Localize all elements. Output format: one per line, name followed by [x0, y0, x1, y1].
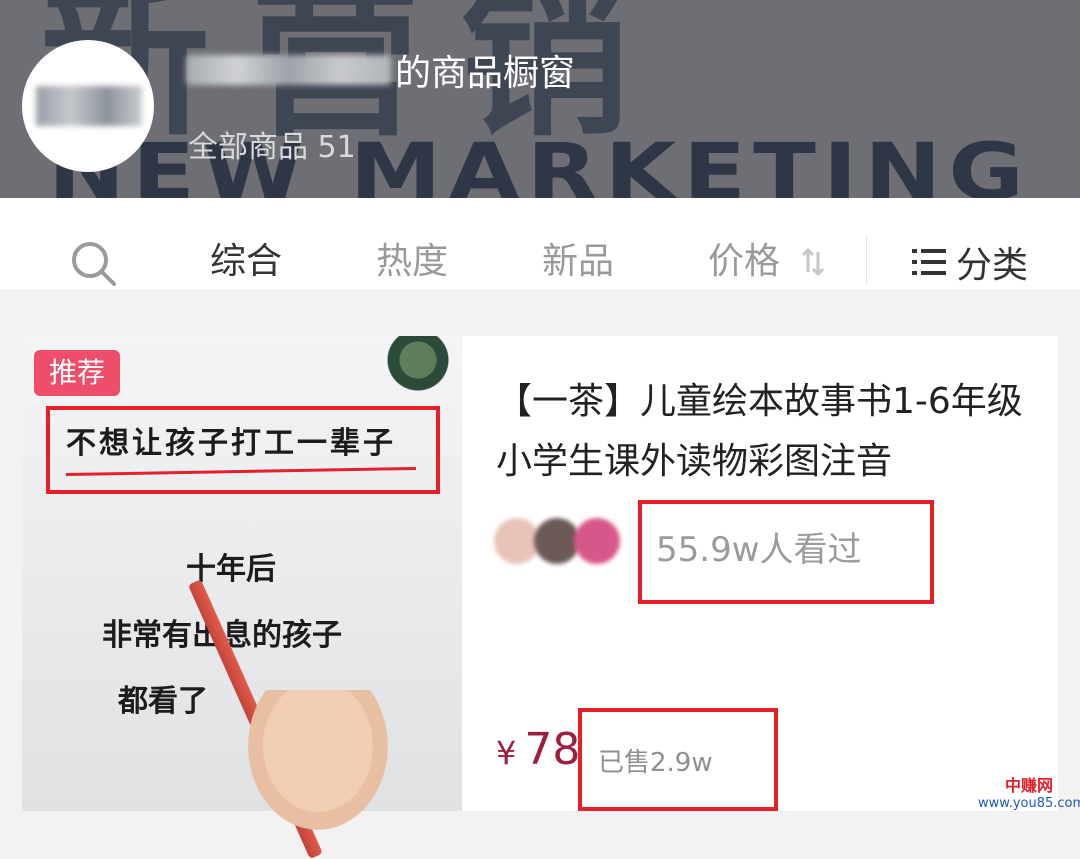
list-icon — [912, 249, 946, 275]
thumbnail-text-line: 都看了 — [118, 684, 208, 719]
tab-price[interactable]: 价格 — [708, 238, 780, 286]
thumbnail-figurine — [374, 336, 462, 396]
avatar-blurred-image — [36, 86, 142, 126]
viewer-avatars — [494, 518, 622, 566]
currency-symbol: ¥ — [496, 734, 517, 772]
all-goods-count[interactable]: 全部商品 51 — [188, 122, 356, 166]
watermark-line: 中赚网 — [1004, 776, 1053, 795]
highlight-box — [46, 406, 440, 494]
shop-title-suffix: 的商品橱窗 — [395, 53, 576, 94]
hand-image — [248, 690, 388, 830]
tab-new[interactable]: 新品 — [542, 238, 614, 286]
highlight-box — [578, 708, 778, 811]
shop-avatar[interactable] — [22, 40, 154, 172]
category-button[interactable]: 分类 — [912, 238, 1028, 286]
shop-banner: 新营销 NEW MARKETING — [0, 0, 1080, 198]
watermark-line: www.you85.com — [978, 796, 1080, 811]
recommend-badge: 推荐 — [34, 350, 120, 396]
highlight-box — [638, 500, 934, 604]
sort-arrows-icon[interactable] — [800, 246, 826, 278]
viewer-avatar — [574, 518, 620, 564]
tab-popularity[interactable]: 热度 — [376, 238, 448, 286]
product-title[interactable]: 【一茶】儿童绘本故事书1-6年级小学生课外读物彩图注音 — [496, 372, 1036, 492]
product-price: ¥78 — [496, 724, 580, 775]
blurred-shop-name — [186, 55, 391, 85]
price-value: 78 — [524, 724, 581, 775]
search-icon[interactable] — [68, 238, 120, 290]
shop-title: 的商品橱窗 — [186, 46, 575, 94]
tab-comprehensive[interactable]: 综合 — [210, 238, 282, 286]
filter-divider — [866, 236, 867, 284]
site-watermark: 中赚网 www.you85.com — [978, 772, 1080, 811]
category-label: 分类 — [956, 245, 1029, 286]
